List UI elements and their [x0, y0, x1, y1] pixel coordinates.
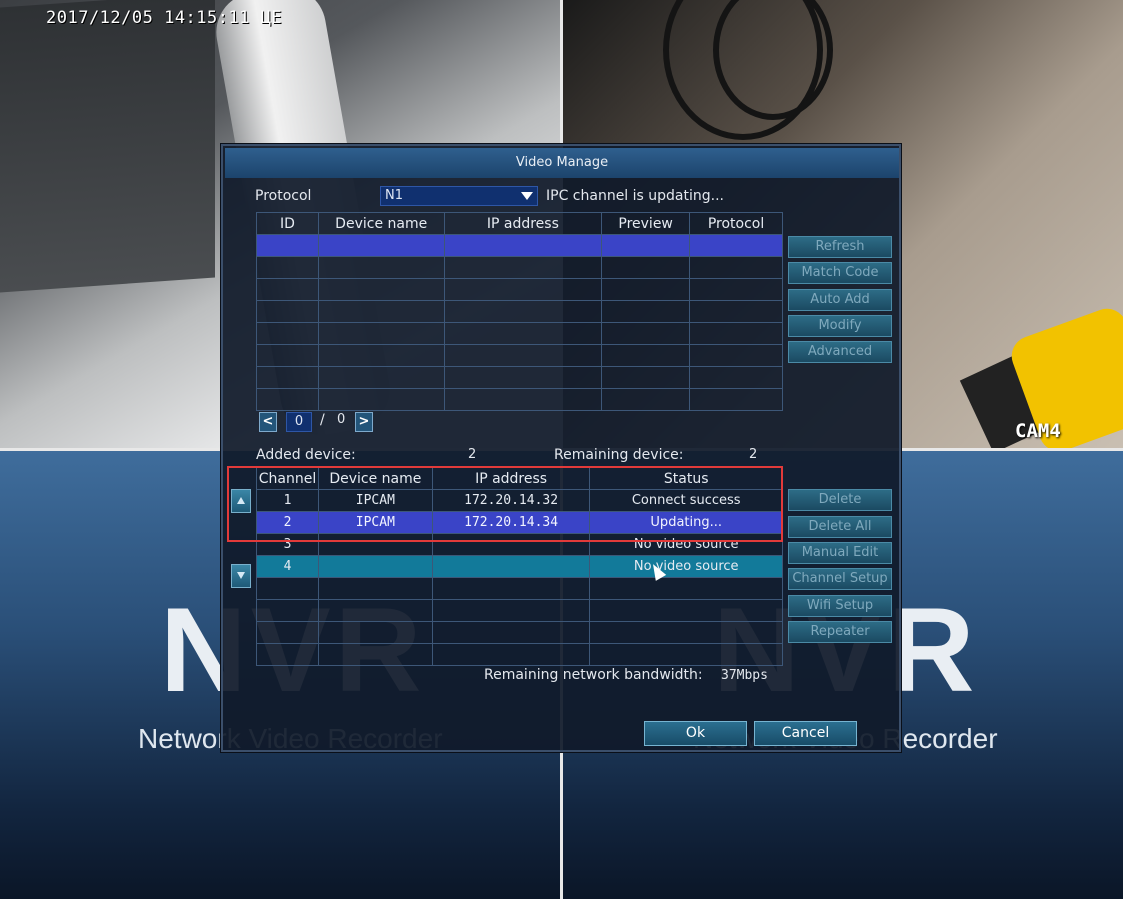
- page-total: 0: [337, 412, 346, 427]
- table-row[interactable]: [256, 344, 783, 367]
- column-header-preview: Preview: [601, 212, 691, 235]
- annotation-highlight-box: [227, 466, 783, 542]
- prev-page-button[interactable]: <: [259, 412, 277, 432]
- ip-address-cell: [431, 555, 591, 578]
- protocol-label: Protocol: [255, 188, 312, 204]
- bandwidth-value: 37Mbps: [721, 668, 768, 683]
- table-row[interactable]: [256, 278, 783, 301]
- modify-button[interactable]: Modify: [788, 315, 892, 337]
- repeater-button[interactable]: Repeater: [788, 621, 892, 643]
- bandwidth-label: Remaining network bandwidth:: [484, 667, 703, 683]
- added-device-label: Added device:: [256, 447, 356, 463]
- refresh-button[interactable]: Refresh: [788, 236, 892, 258]
- camera-label: CAM4: [1015, 420, 1061, 442]
- added-device-value: 2: [468, 447, 477, 462]
- dialog-title: Video Manage: [225, 148, 899, 178]
- protocol-select-value: N1: [385, 188, 403, 203]
- table-row[interactable]: 4 No video source: [256, 555, 783, 578]
- protocol-select[interactable]: N1: [380, 186, 538, 206]
- ok-button[interactable]: Ok: [644, 721, 747, 746]
- scroll-down-icon: [237, 572, 245, 579]
- table-row[interactable]: [256, 388, 783, 411]
- table-row[interactable]: [256, 577, 783, 600]
- delete-button[interactable]: Delete: [788, 489, 892, 511]
- scroll-down-button[interactable]: [231, 564, 251, 588]
- page-number-input[interactable]: 0: [286, 412, 312, 432]
- nvr-screen: NVR Network Video Recorder NVR Network V…: [0, 0, 1123, 899]
- table-row[interactable]: [256, 256, 783, 279]
- protocol-status: IPC channel is updating...: [546, 188, 724, 204]
- advanced-button[interactable]: Advanced: [788, 341, 892, 363]
- column-header-id: ID: [256, 212, 319, 235]
- table-row[interactable]: [256, 300, 783, 323]
- column-header-protocol: Protocol: [689, 212, 783, 235]
- table-row[interactable]: [256, 366, 783, 389]
- column-header-device-name: Device name: [317, 212, 445, 235]
- remaining-device-value: 2: [749, 447, 758, 462]
- manual-edit-button[interactable]: Manual Edit: [788, 542, 892, 564]
- device-name-cell: [317, 555, 433, 578]
- page-separator: /: [320, 412, 325, 428]
- next-page-button[interactable]: >: [355, 412, 373, 432]
- auto-add-button[interactable]: Auto Add: [788, 289, 892, 311]
- osd-timestamp: 2017/12/05 14:15:11 ЦЕ: [46, 8, 283, 28]
- table-row[interactable]: [256, 643, 783, 666]
- camera-1-monitor-shape: [0, 0, 215, 293]
- cancel-button[interactable]: Cancel: [754, 721, 857, 746]
- remaining-device-label: Remaining device:: [554, 447, 684, 463]
- table-row[interactable]: [256, 234, 783, 257]
- table-row[interactable]: [256, 621, 783, 644]
- status-cell: No video source: [589, 555, 783, 578]
- channel-cell: 4: [256, 555, 319, 578]
- video-manage-dialog: Video Manage Protocol N1 IPC channel is …: [221, 144, 901, 752]
- delete-all-button[interactable]: Delete All: [788, 516, 892, 538]
- table-row[interactable]: [256, 599, 783, 622]
- match-code-button[interactable]: Match Code: [788, 262, 892, 284]
- table-row[interactable]: [256, 322, 783, 345]
- channel-setup-button[interactable]: Channel Setup: [788, 568, 892, 590]
- search-device-table: ID Device name IP address Preview Protoc…: [256, 212, 783, 411]
- wifi-setup-button[interactable]: Wifi Setup: [788, 595, 892, 617]
- dropdown-arrow-icon[interactable]: [521, 192, 533, 200]
- column-header-ip-address: IP address: [443, 212, 603, 235]
